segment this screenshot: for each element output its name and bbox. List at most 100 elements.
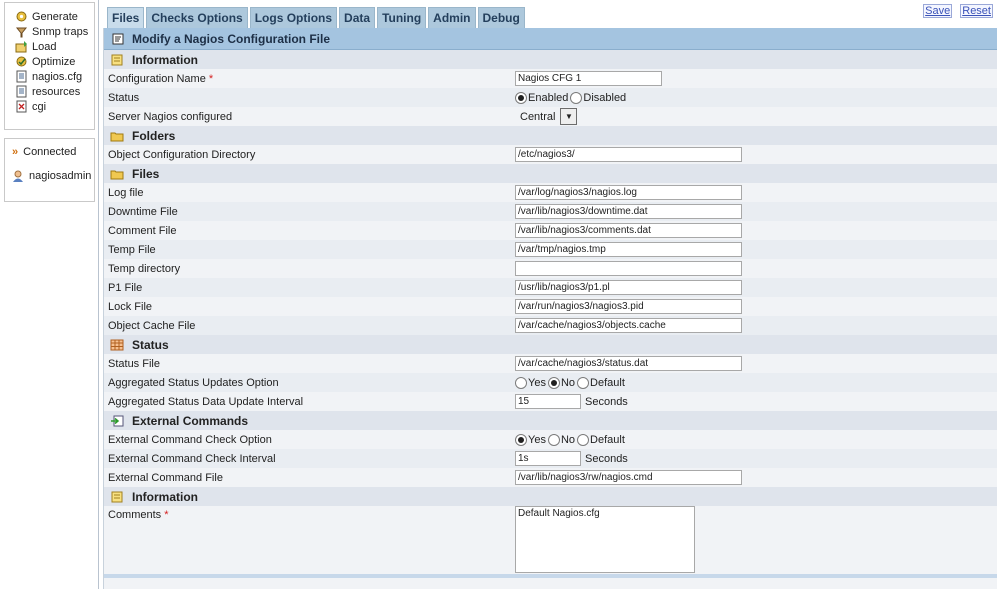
- row-comments: Comments * Default Nagios.cfg: [104, 506, 997, 574]
- sidebar-item-nagios-cfg[interactable]: nagios.cfg: [5, 69, 94, 84]
- agg-status-default-radio[interactable]: Default: [577, 376, 625, 389]
- form-header: Modify a Nagios Configuration File: [104, 28, 997, 50]
- field-label: Log file: [108, 186, 144, 199]
- user-icon: [13, 170, 23, 182]
- radio-dot: [547, 376, 560, 389]
- section-title: Information: [132, 52, 198, 67]
- field-label: Aggregated Status Data Update Interval: [108, 395, 304, 408]
- tab-files[interactable]: Files: [107, 7, 145, 28]
- sidebar: Generate Snmp traps Load Optimize nagios…: [0, 0, 100, 589]
- field-label: Comments *: [108, 509, 168, 521]
- radio-dot: [577, 376, 590, 389]
- sidebar-item-label: Load: [32, 40, 57, 53]
- radio-dot: [515, 91, 527, 104]
- optimize-icon: [16, 56, 27, 67]
- status-file-input[interactable]: [515, 356, 742, 371]
- sidebar-menu-panel: Generate Snmp traps Load Optimize nagios…: [4, 2, 95, 130]
- reset-button[interactable]: Reset: [960, 4, 993, 18]
- section-title: Information: [132, 489, 198, 504]
- ext-cmd-file-input[interactable]: [515, 470, 742, 485]
- temp-dir-input[interactable]: [515, 261, 742, 276]
- field-label: Temp File: [108, 243, 156, 256]
- tab-data[interactable]: Data: [339, 7, 376, 28]
- agg-status-yes-radio[interactable]: Yes: [515, 376, 546, 389]
- radio-label: No: [560, 376, 576, 389]
- section-title: Status: [132, 337, 169, 352]
- field-label: Object Configuration Directory: [108, 148, 256, 161]
- status-enabled-radio[interactable]: Enabled: [515, 91, 568, 104]
- section-information: Information: [104, 50, 997, 69]
- downtime-file-input[interactable]: [515, 204, 742, 219]
- field-label: Status: [108, 91, 140, 104]
- row-agg-status-option: Aggregated Status Updates Option Yes No …: [104, 373, 997, 392]
- row-ext-cmd-option: External Command Check Option Yes No Def…: [104, 430, 997, 449]
- object-config-dir-input[interactable]: [515, 147, 742, 162]
- sidebar-item-resources[interactable]: resources: [5, 84, 94, 99]
- row-downtime-file: Downtime File: [104, 202, 997, 221]
- field-label: Temp directory: [108, 262, 181, 275]
- ext-cmd-interval-input[interactable]: [515, 451, 581, 466]
- section-external-commands: External Commands: [104, 411, 997, 430]
- lock-file-input[interactable]: [515, 299, 742, 314]
- notes-icon: [111, 491, 123, 502]
- save-button[interactable]: Save: [923, 4, 953, 18]
- section-status: Status: [104, 335, 997, 354]
- tab-admin[interactable]: Admin: [428, 7, 476, 28]
- cgi-file-icon: [16, 100, 27, 113]
- sidebar-item-load[interactable]: Load: [5, 39, 94, 54]
- generate-icon: [16, 11, 27, 22]
- sidebar-divider: [98, 0, 99, 589]
- agg-status-interval-input[interactable]: [515, 394, 581, 409]
- radio-dot: [515, 433, 527, 446]
- object-cache-file-input[interactable]: [515, 318, 742, 333]
- ext-cmd-yes-radio[interactable]: Yes: [515, 433, 546, 446]
- ext-cmd-default-radio[interactable]: Default: [577, 433, 625, 446]
- comment-file-input[interactable]: [515, 223, 742, 238]
- units-label: Seconds: [585, 395, 628, 408]
- status-disabled-radio[interactable]: Disabled: [570, 91, 626, 104]
- row-lock-file: Lock File: [104, 297, 997, 316]
- field-label: Aggregated Status Updates Option: [108, 376, 279, 389]
- config-name-input[interactable]: [515, 71, 662, 86]
- server-select[interactable]: Central ▼: [515, 108, 578, 125]
- row-log-file: Log file: [104, 183, 997, 202]
- field-label: External Command Check Option: [108, 433, 272, 446]
- sidebar-item-label: Generate: [32, 10, 78, 23]
- section-title: External Commands: [132, 413, 249, 428]
- ext-cmd-no-radio[interactable]: No: [547, 433, 575, 446]
- sidebar-item-label: cgi: [32, 100, 47, 113]
- connection-status-label: Connected: [23, 146, 77, 158]
- p1-file-input[interactable]: [515, 280, 742, 295]
- radio-label: Yes: [528, 376, 546, 389]
- row-server: Server Nagios configured Central ▼: [104, 107, 997, 126]
- tab-logs-options[interactable]: Logs Options: [249, 7, 338, 28]
- tab-tuning[interactable]: Tuning: [377, 7, 427, 28]
- connection-status: » Connected: [5, 145, 94, 159]
- agg-status-no-radio[interactable]: No: [547, 376, 576, 389]
- field-label: Object Cache File: [108, 319, 196, 332]
- chevron-down-icon[interactable]: ▼: [560, 108, 578, 125]
- temp-file-input[interactable]: [515, 242, 742, 257]
- sidebar-item-snmp-traps[interactable]: Snmp traps: [5, 24, 94, 39]
- section-folders: Folders: [104, 126, 997, 145]
- row-status: Status Enabled Disabled: [104, 88, 997, 107]
- log-file-input[interactable]: [515, 185, 742, 200]
- tab-checks-options[interactable]: Checks Options: [146, 7, 248, 28]
- sidebar-item-generate[interactable]: Generate: [5, 9, 94, 24]
- user-name: nagiosadmin: [29, 170, 92, 182]
- radio-label: Default: [590, 433, 625, 446]
- comments-textarea[interactable]: Default Nagios.cfg: [515, 506, 695, 573]
- field-label-text: Configuration Name: [108, 72, 206, 85]
- sidebar-item-cgi[interactable]: cgi: [5, 99, 94, 114]
- form-footer: [104, 574, 997, 578]
- radio-dot: [515, 376, 527, 389]
- file-icon: [16, 85, 27, 98]
- radio-label: Yes: [528, 433, 546, 446]
- field-label-text: Comments: [108, 509, 162, 521]
- sidebar-item-optimize[interactable]: Optimize: [5, 54, 94, 69]
- field-label: P1 File: [108, 281, 143, 294]
- current-user[interactable]: nagiosadmin: [5, 169, 94, 183]
- section-files: Files: [104, 164, 997, 183]
- tab-debug[interactable]: Debug: [477, 7, 525, 28]
- row-config-name: Configuration Name *: [104, 69, 997, 88]
